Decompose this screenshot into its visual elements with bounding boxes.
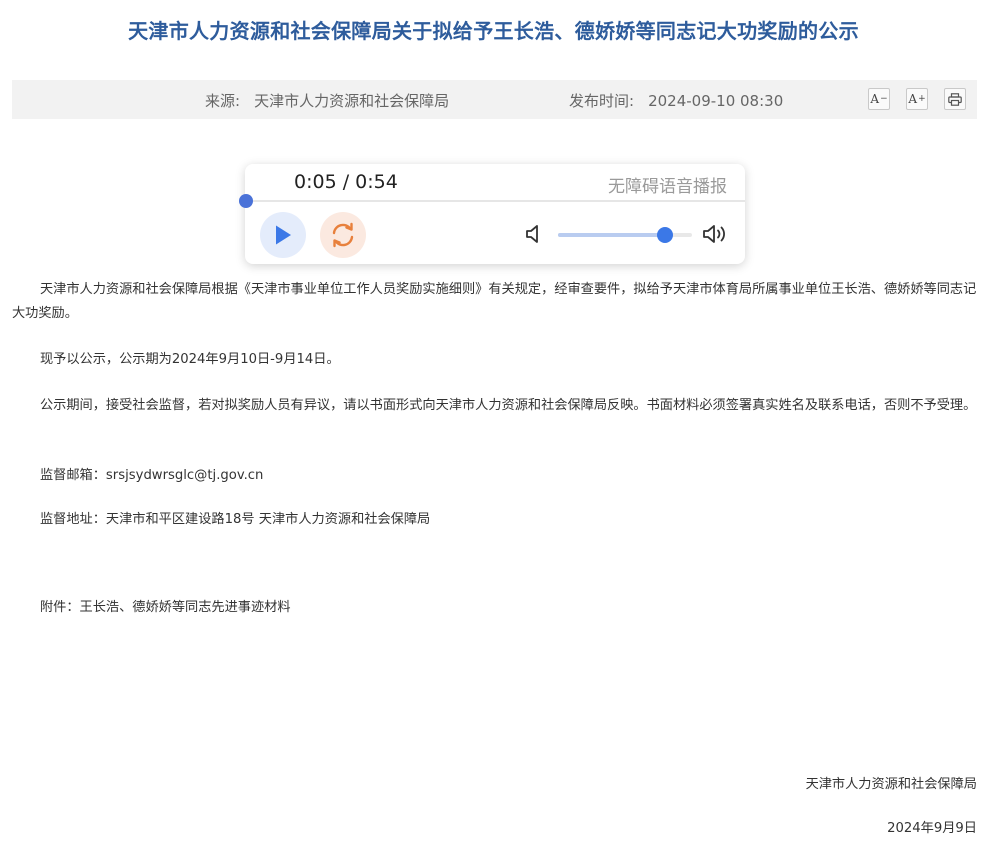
play-button[interactable] xyxy=(260,212,306,258)
source-label: 来源: xyxy=(205,92,241,110)
source-value: 天津市人力资源和社会保障局 xyxy=(254,92,450,110)
audio-progress-bar[interactable] xyxy=(239,194,745,208)
publish-time-info: 发布时间: 2024-09-10 08:30 xyxy=(569,90,783,111)
printer-icon xyxy=(948,92,962,106)
font-decrease-button[interactable]: A − xyxy=(868,88,890,110)
body-paragraph: 现予以公示，公示期为2024年9月10日-9月14日。 xyxy=(40,352,340,367)
source-info: 来源: 天津市人力资源和社会保障局 xyxy=(205,90,449,111)
volume-level-fill xyxy=(558,233,666,237)
volume-max-icon[interactable] xyxy=(702,222,728,246)
font-increase-button[interactable]: A + xyxy=(906,88,928,110)
replay-icon xyxy=(332,222,354,248)
body-paragraph: 公示期间，接受社会监督，若对拟奖励人员有异议，请以书面形式向天津市人力资源和社会… xyxy=(40,398,977,413)
font-increase-icon: A xyxy=(908,92,918,106)
supervision-address: 监督地址：天津市和平区建设路18号 天津市人力资源和社会保障局 xyxy=(40,512,431,527)
article-title: 天津市人力资源和社会保障局关于拟给予王长浩、德娇娇等同志记大功奖励的公示 xyxy=(128,19,859,43)
audio-progress-handle[interactable] xyxy=(239,194,253,208)
supervision-email: 监督邮箱：srsjsydwrsglc@tj.gov.cn xyxy=(40,468,264,483)
volume-slider[interactable] xyxy=(558,227,692,243)
signature-organization: 天津市人力资源和社会保障局 xyxy=(805,777,977,792)
publish-time-label: 发布时间: xyxy=(569,92,635,110)
signature-date: 2024年9月9日 xyxy=(887,821,977,836)
replay-button[interactable] xyxy=(320,212,366,258)
attachment-line: 附件：王长浩、德娇娇等同志先进事迹材料 xyxy=(40,600,291,615)
volume-mute-icon[interactable] xyxy=(524,222,546,246)
audio-player: 0:05 / 0:54 无障碍语音播报 xyxy=(239,164,745,264)
audio-player-label: 无障碍语音播报 xyxy=(608,177,727,197)
audio-time-display: 0:05 / 0:54 xyxy=(294,171,398,193)
article-meta-bar: 来源: 天津市人力资源和社会保障局 发布时间: 2024-09-10 08:30 A… xyxy=(12,80,977,119)
publish-time-value: 2024-09-10 08:30 xyxy=(648,92,784,110)
volume-slider-handle[interactable] xyxy=(657,227,674,243)
print-button[interactable] xyxy=(944,88,966,110)
body-paragraph: 天津市人力资源和社会保障局根据《天津市事业单位工作人员奖励实施细则》有关规定，经… xyxy=(12,282,977,321)
play-icon xyxy=(276,225,291,245)
font-decrease-icon: A xyxy=(870,92,880,106)
